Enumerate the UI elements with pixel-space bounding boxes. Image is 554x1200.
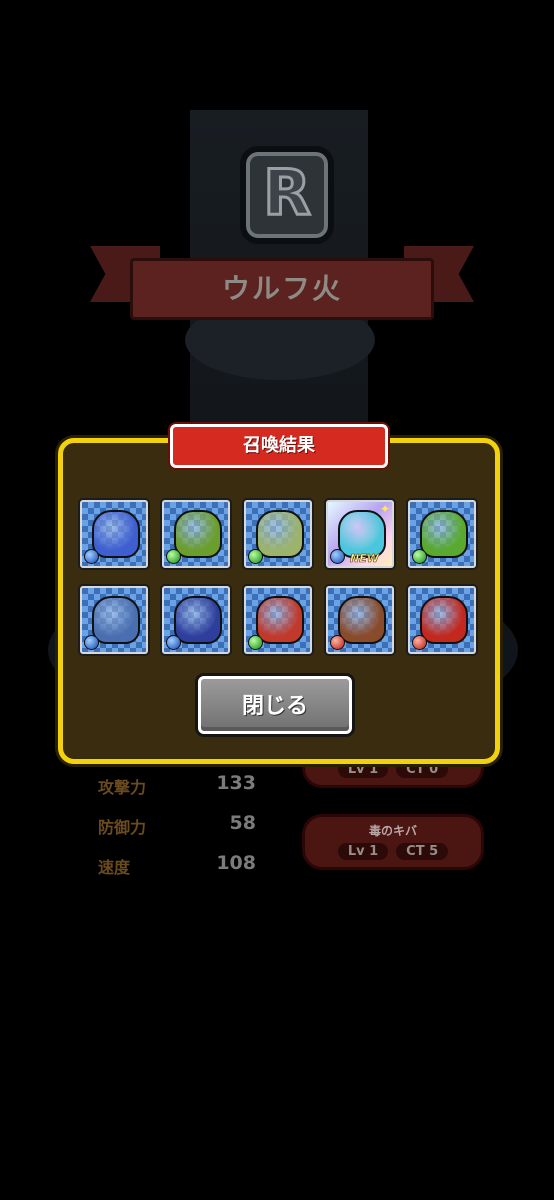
green-slug-monster-icon	[174, 510, 222, 558]
result-card[interactable]	[162, 500, 230, 568]
blue-golem-icon	[174, 596, 222, 644]
green-element-orb-icon	[248, 549, 263, 564]
stat-value: 108	[216, 852, 256, 874]
close-button[interactable]: 閉じる	[198, 676, 352, 734]
result-card[interactable]	[244, 500, 312, 568]
skill-name: 毒のキバ	[368, 824, 417, 838]
stat-row-speed: 速度 108	[98, 850, 268, 890]
result-card[interactable]	[244, 586, 312, 654]
blue-element-orb-icon	[330, 549, 345, 564]
result-card[interactable]	[80, 500, 148, 568]
stat-row-attack: 攻撃力 133	[98, 770, 268, 810]
blue-haired-girl-icon	[338, 510, 386, 558]
stat-label: 攻撃力	[98, 778, 147, 797]
blue-element-orb-icon	[84, 635, 99, 650]
dialog-title-bar: 召喚結果	[170, 424, 388, 468]
result-card[interactable]	[408, 586, 476, 654]
monster-name-ribbon: ウルフ火	[90, 236, 474, 320]
skill-box-2: 毒のキバ Lv 1 CT 5	[302, 814, 484, 870]
monster-name: ウルフ火	[221, 272, 342, 305]
skill-ct-tag: CT 5	[396, 843, 449, 860]
red-element-orb-icon	[330, 635, 345, 650]
stats-panel: 攻撃力 133 防御力 58 速度 108	[98, 770, 268, 890]
red-dragon-icon	[420, 596, 468, 644]
result-card[interactable]	[408, 500, 476, 568]
stat-row-defense: 防御力 58	[98, 810, 268, 850]
stat-value: 133	[216, 772, 256, 794]
result-card[interactable]	[326, 586, 394, 654]
result-card[interactable]: NEW ✦	[326, 500, 394, 568]
close-button-label: 閉じる	[241, 694, 308, 719]
carnivorous-plant-icon	[256, 596, 304, 644]
green-element-orb-icon	[412, 549, 427, 564]
rank-letter: R	[262, 155, 313, 231]
stat-value: 58	[229, 812, 256, 834]
dialog-title: 召喚結果	[243, 435, 315, 456]
brown-ogre-icon	[338, 596, 386, 644]
rank-badge: R	[240, 146, 334, 244]
skill-tags: Lv 1 CT 5	[305, 843, 481, 860]
red-element-orb-icon	[412, 635, 427, 650]
skeleton-warrior-icon	[256, 510, 304, 558]
blue-element-orb-icon	[166, 635, 181, 650]
new-badge: NEW	[350, 552, 379, 566]
skill-level-tag: Lv 1	[337, 843, 389, 860]
sparkle-icon: ✦	[379, 502, 390, 516]
result-card[interactable]	[80, 586, 148, 654]
treasure-chest-mimic-icon	[420, 510, 468, 558]
stat-label: 速度	[98, 858, 131, 877]
blue-armored-beast-icon	[92, 596, 140, 644]
green-element-orb-icon	[166, 549, 181, 564]
stat-label: 防御力	[98, 818, 147, 837]
blue-element-orb-icon	[84, 549, 99, 564]
ribbon-banner: ウルフ火	[130, 258, 434, 320]
blue-slug-monster-icon	[92, 510, 140, 558]
green-element-orb-icon	[248, 635, 263, 650]
result-card[interactable]	[162, 586, 230, 654]
